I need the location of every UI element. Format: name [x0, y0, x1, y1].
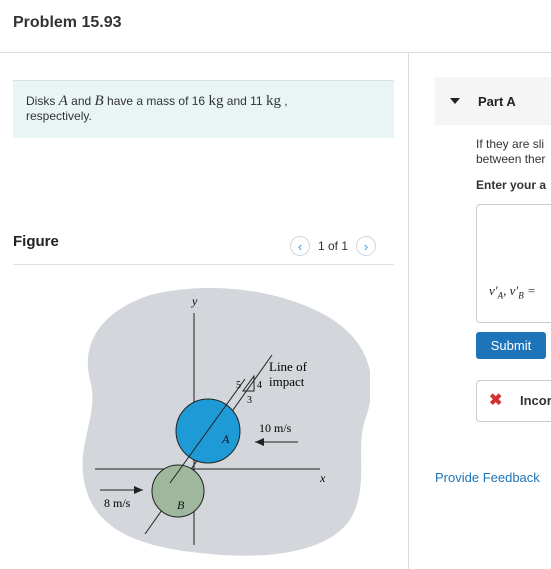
figure-pagination: ‹ 1 of 1 › — [290, 235, 377, 257]
chevron-left-icon: ‹ — [297, 238, 303, 254]
part-a-label: Part A — [478, 94, 516, 109]
feedback-text: Incor — [520, 393, 551, 408]
question-line-1: If they are sli — [476, 137, 545, 151]
problem-statement-box: Disks A and B have a mass of 16 kg and 1… — [13, 80, 394, 138]
answer-input[interactable]: v′A, v′B = — [476, 204, 551, 323]
next-figure-button[interactable]: › — [356, 236, 377, 256]
provide-feedback-link[interactable]: Provide Feedback — [435, 470, 540, 485]
answer-variable-label: v′A, v′B = — [489, 283, 536, 301]
problem-text-2: and — [67, 94, 95, 108]
var-b: B — [94, 93, 104, 109]
problem-text-4: and 11 — [223, 94, 266, 108]
disk-b-label: B — [177, 498, 185, 512]
chevron-right-icon: › — [363, 238, 369, 254]
triangle-side-4: 4 — [257, 380, 262, 391]
collapse-triangle-icon — [450, 98, 460, 104]
problem-statement: Disks A and B have a mass of 16 kg and 1… — [26, 94, 366, 124]
submit-button[interactable]: Submit — [476, 332, 546, 359]
problem-column: Disks A and B have a mass of 16 kg and 1… — [0, 53, 409, 569]
figure-diagram: y x A B 5 4 3 Line of impact 10 m/s 8 m/… — [82, 288, 370, 556]
disk-a-label: A — [221, 432, 230, 446]
page-header: Problem 15.93 — [0, 0, 551, 53]
figure-divider — [13, 264, 394, 265]
line-of-impact-label-1: Line of — [269, 359, 308, 374]
x-axis-label: x — [319, 471, 326, 485]
unit-kg-2: kg — [265, 93, 281, 109]
prev-figure-button[interactable]: ‹ — [290, 236, 310, 256]
var-a: A — [58, 93, 68, 109]
incorrect-x-icon: ✖ — [489, 392, 503, 409]
unit-kg-1: kg — [208, 93, 224, 109]
velocity-b-label: 8 m/s — [104, 496, 131, 510]
problem-text-5: , — [280, 94, 288, 108]
problem-text-3: have a mass of 16 — [103, 94, 209, 108]
enter-answer-label: Enter your a — [476, 178, 547, 192]
problem-text-1: Disks — [26, 94, 59, 108]
triangle-side-5: 5 — [236, 380, 241, 391]
figure-label: Figure — [13, 233, 59, 250]
velocity-a-label: 10 m/s — [259, 421, 292, 435]
line-of-impact-label-2: impact — [269, 374, 305, 389]
part-a-header[interactable]: Part A — [435, 77, 551, 125]
feedback-box: ✖ Incor — [476, 380, 551, 422]
answer-column: Part A If they are sli between ther Ente… — [409, 53, 551, 569]
triangle-side-3: 3 — [247, 395, 252, 406]
problem-text-line2: respectively. — [26, 109, 92, 123]
question-line-2: between ther — [476, 152, 546, 166]
figure-page-count: 1 of 1 — [318, 239, 349, 253]
page-title: Problem 15.93 — [13, 14, 122, 31]
part-question: If they are sli between ther — [476, 137, 545, 167]
y-axis-label: y — [191, 294, 198, 308]
